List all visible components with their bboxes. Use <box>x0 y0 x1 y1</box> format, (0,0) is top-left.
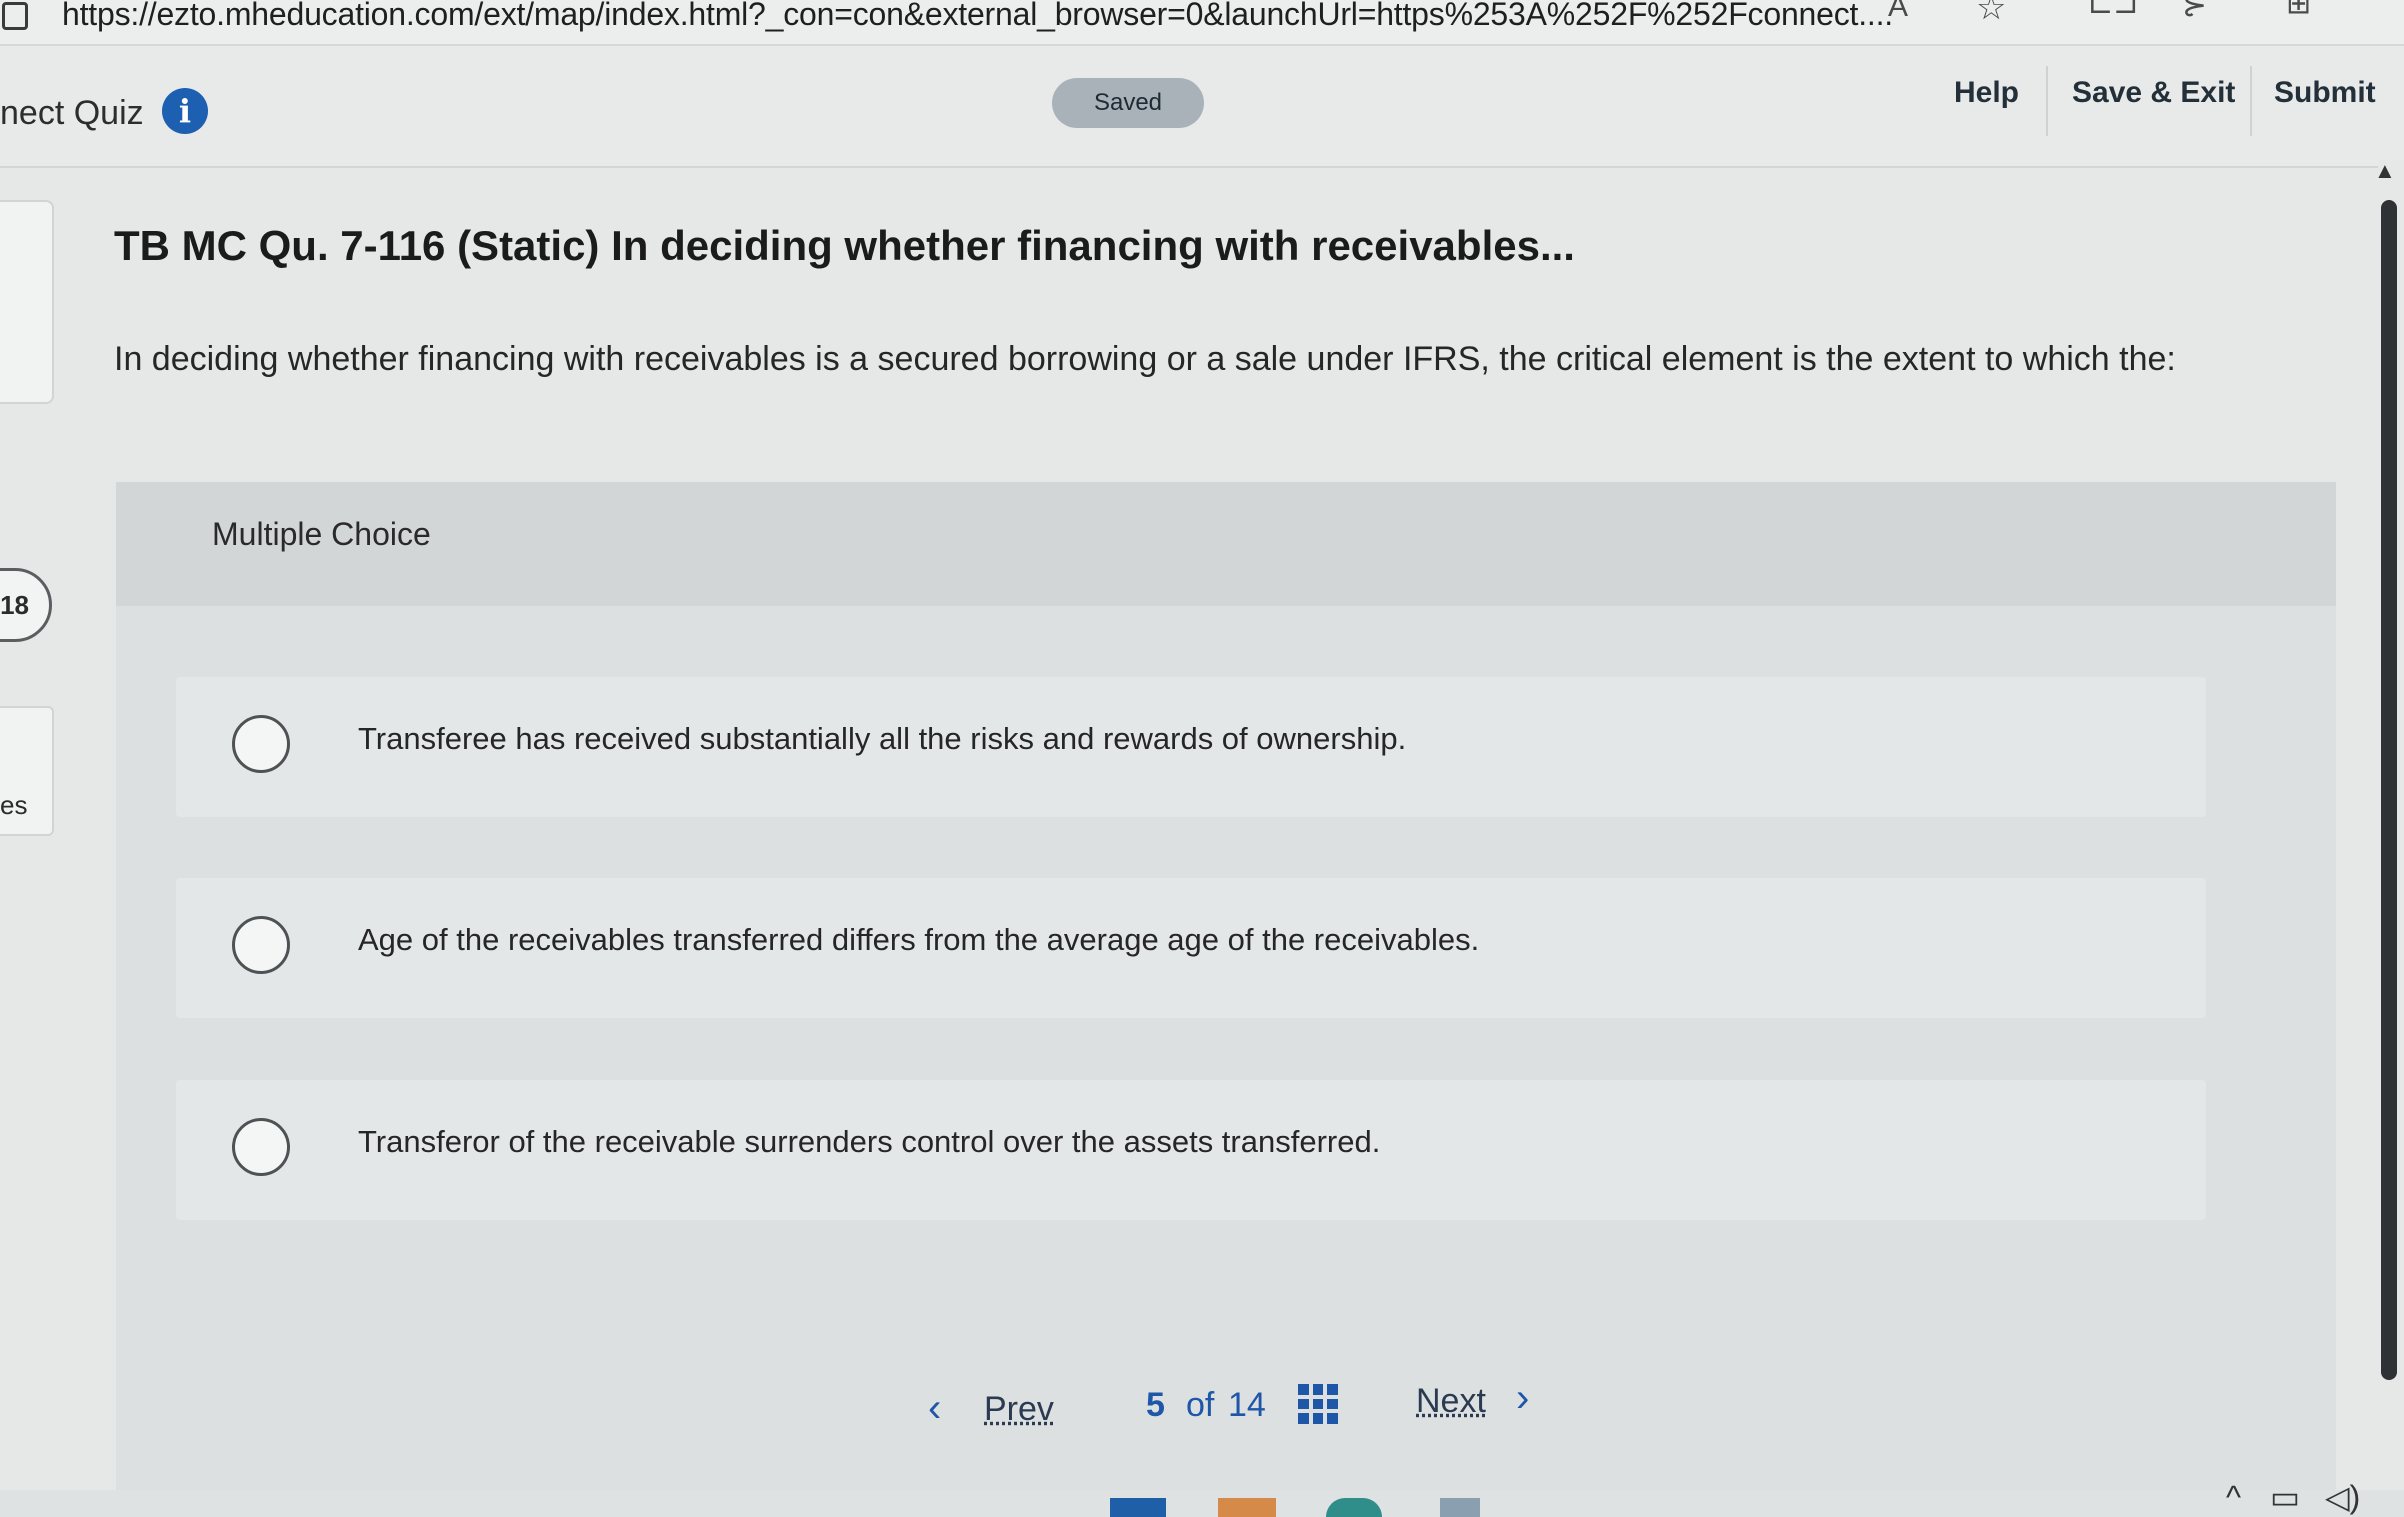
saved-status-badge: Saved <box>1052 78 1204 128</box>
question-area: TB MC Qu. 7-116 (Static) In deciding whe… <box>60 170 2380 1502</box>
multiple-choice-panel: Multiple Choice Transferee has received … <box>116 482 2336 1502</box>
radio-button[interactable] <box>232 1118 290 1176</box>
radio-button[interactable] <box>232 916 290 974</box>
page-of-label: of <box>1186 1386 1215 1424</box>
choice-option[interactable]: Age of the receivables transferred diffe… <box>176 878 2206 1018</box>
question-text: In deciding whether financing with recei… <box>114 340 2176 378</box>
chevron-up-icon[interactable]: ^ <box>2226 1479 2241 1515</box>
multiple-choice-header: Multiple Choice <box>116 482 2336 606</box>
taskbar-app-icon[interactable] <box>1110 1498 1166 1517</box>
question-grid-icon[interactable] <box>1298 1384 1338 1424</box>
url-field[interactable]: https://ezto.mheducation.com/ext/map/ind… <box>62 0 1893 33</box>
collections-icon[interactable]: ⊞ <box>2286 0 2311 21</box>
submit-button[interactable]: Submit <box>2274 76 2376 110</box>
scroll-up-icon[interactable]: ▲ <box>2374 158 2396 184</box>
choice-option[interactable]: Transferee has received substantially al… <box>176 677 2206 817</box>
taskbar-app-icon[interactable] <box>1326 1498 1382 1517</box>
taskbar-app-icon[interactable] <box>1218 1498 1276 1517</box>
prev-button[interactable]: Prev <box>984 1390 1054 1429</box>
choice-text[interactable]: Age of the receivables transferred diffe… <box>358 922 1479 958</box>
battery-icon[interactable]: ▭ <box>2270 1479 2300 1515</box>
timer-badge: 5:18 <box>0 568 52 642</box>
question-title: TB MC Qu. 7-116 (Static) In deciding whe… <box>114 222 1575 269</box>
site-info-icon[interactable] <box>2 2 28 30</box>
radio-button[interactable] <box>232 715 290 773</box>
favorites-icon[interactable]: ⊱ <box>2182 0 2207 23</box>
next-button[interactable]: Next <box>1416 1382 1486 1421</box>
browser-address-bar: https://ezto.mheducation.com/ext/map/ind… <box>0 0 2404 46</box>
quiz-header: nect Quiz i Saved Help Save & Exit Submi… <box>0 46 2404 168</box>
app-title: nect Quiz <box>0 94 144 132</box>
multiple-choice-label: Multiple Choice <box>212 516 431 552</box>
header-divider <box>2046 66 2048 136</box>
volume-icon[interactable]: ◁) <box>2325 1479 2360 1515</box>
system-tray: ^ ▭ ◁) <box>2226 1478 2360 1516</box>
help-button[interactable]: Help <box>1954 76 2019 110</box>
left-panel-tab[interactable]: es <box>0 706 54 836</box>
left-panel-card <box>0 200 54 404</box>
header-divider <box>2250 66 2252 136</box>
prev-chevron-icon[interactable]: ‹ <box>928 1386 941 1431</box>
info-icon[interactable]: i <box>162 88 208 134</box>
choice-text[interactable]: Transferor of the receivable surrenders … <box>358 1124 1380 1160</box>
split-view-icon[interactable]: ⊏⊐ <box>2088 0 2138 21</box>
next-chevron-icon[interactable]: › <box>1516 1376 1529 1421</box>
page-current: 5 <box>1146 1386 1165 1424</box>
scrollbar-thumb[interactable] <box>2381 200 2397 1380</box>
taskbar <box>0 1490 2404 1517</box>
choice-text[interactable]: Transferee has received substantially al… <box>358 721 1406 757</box>
text-size-icon[interactable]: A <box>1888 0 1908 24</box>
taskbar-app-icon[interactable] <box>1440 1498 1480 1517</box>
choice-option[interactable]: Transferor of the receivable surrenders … <box>176 1080 2206 1220</box>
page-total: 14 <box>1228 1386 1266 1424</box>
star-icon[interactable]: ☆ <box>1976 0 2006 28</box>
save-exit-button[interactable]: Save & Exit <box>2072 76 2235 110</box>
